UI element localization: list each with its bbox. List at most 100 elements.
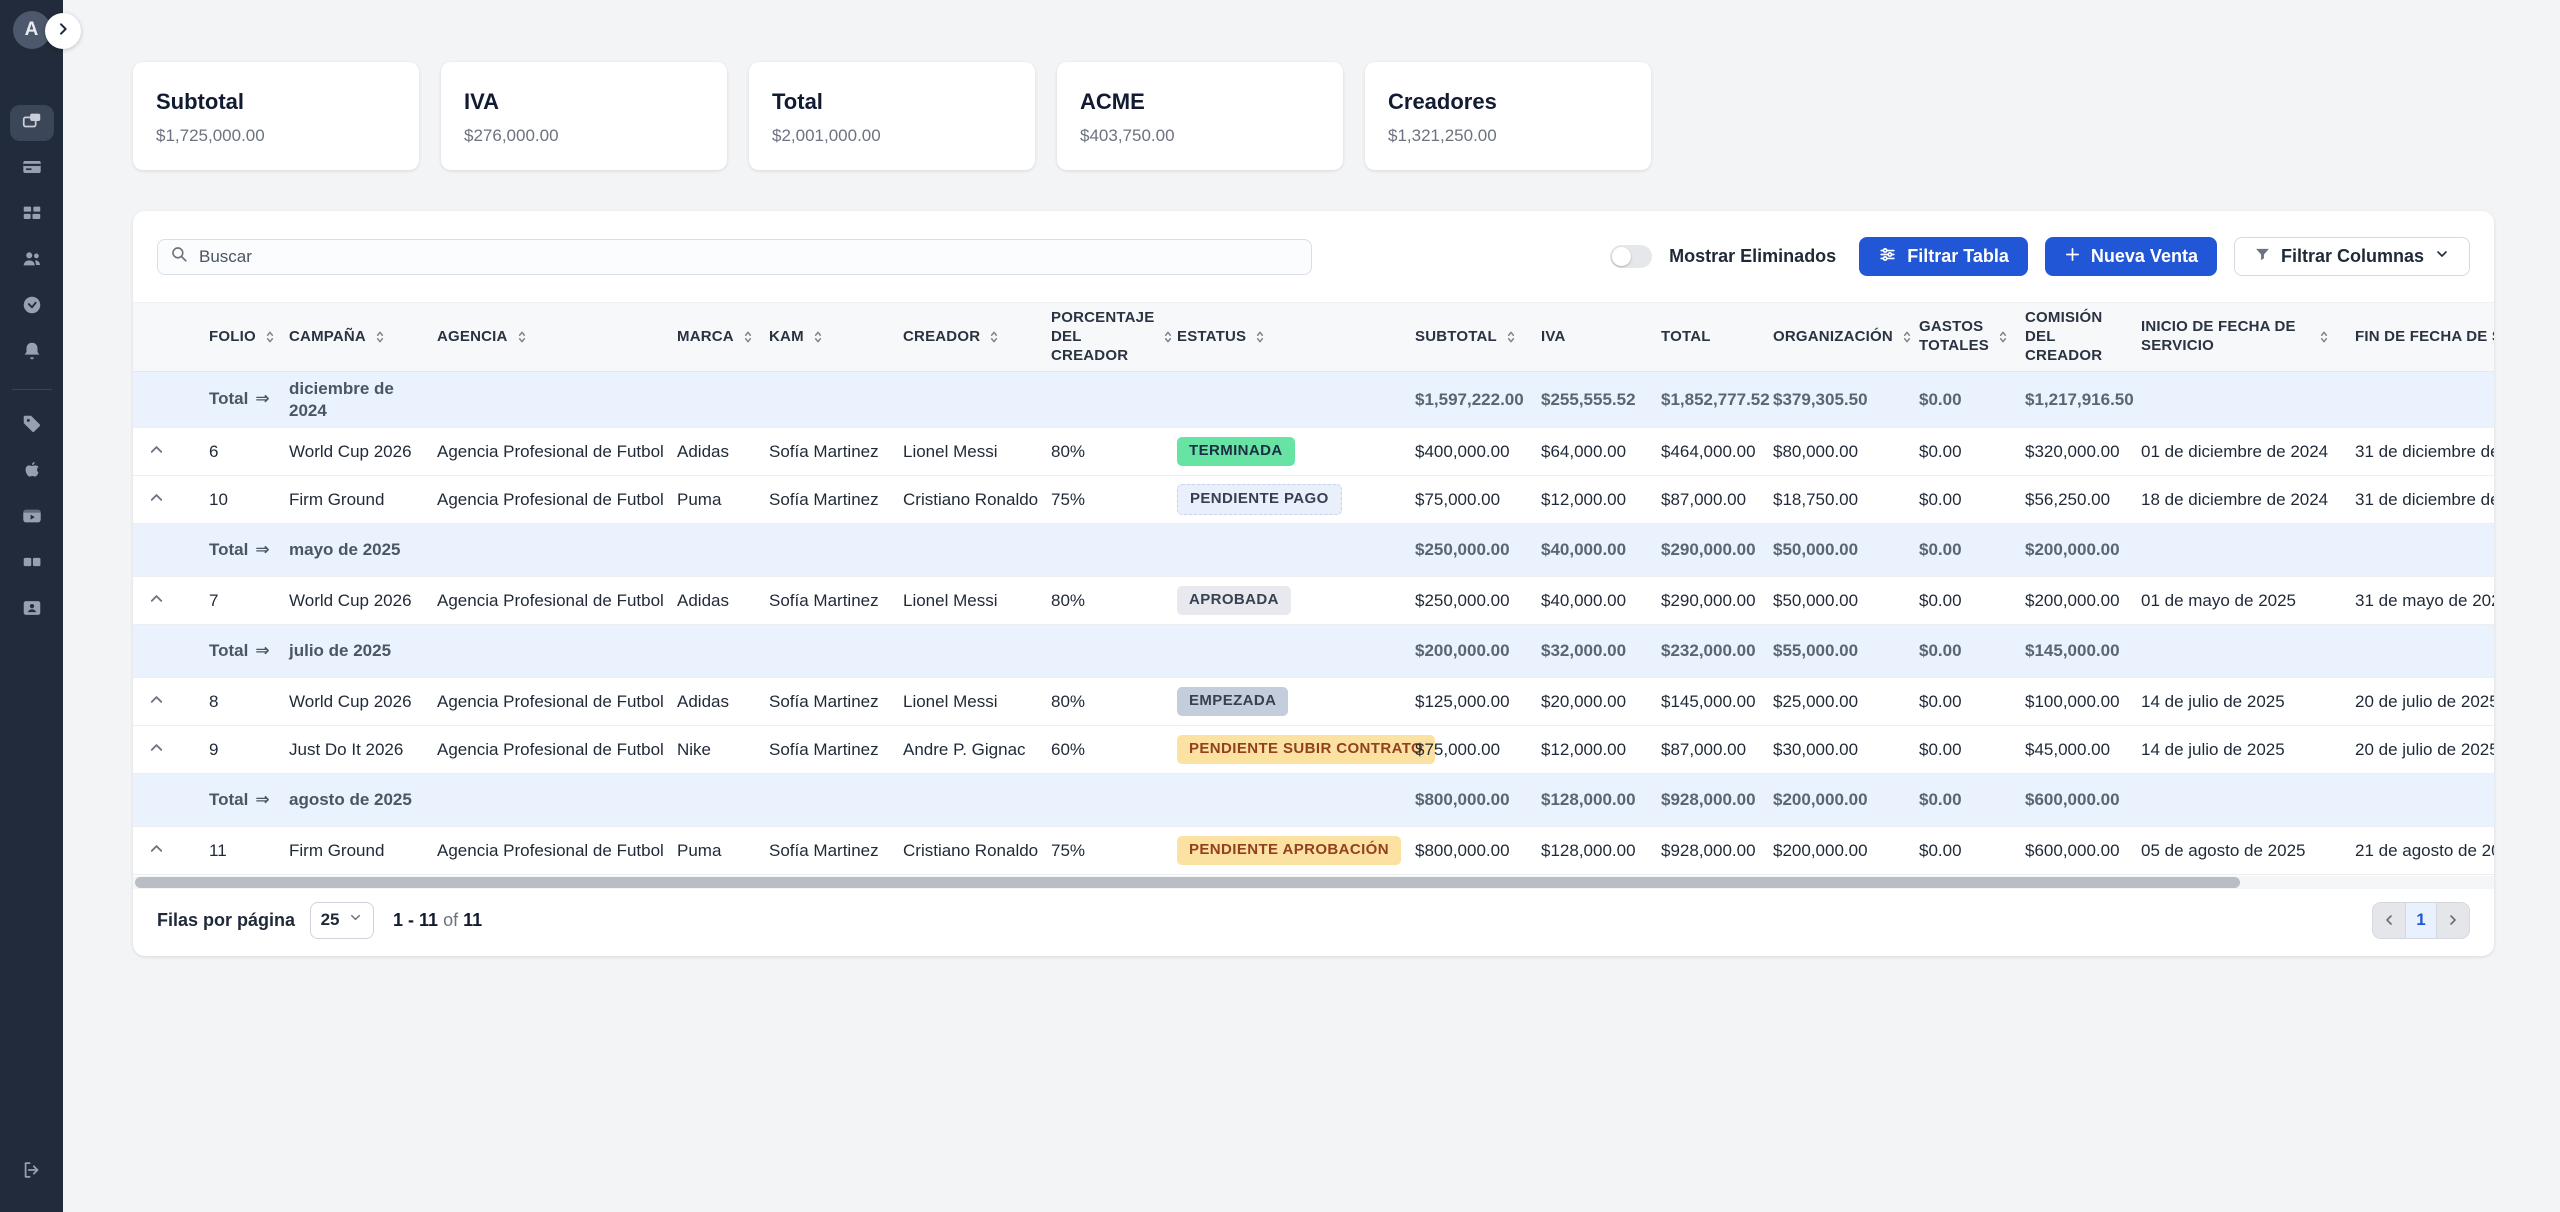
row-expander-button[interactable] — [145, 486, 168, 512]
sort-icon[interactable] — [373, 330, 387, 344]
cell-porcentaje: 75% — [1039, 475, 1165, 523]
filter-table-button[interactable]: Filtrar Tabla — [1859, 237, 2028, 276]
sidebar-item-contacts[interactable] — [10, 592, 54, 628]
sort-icon[interactable] — [1504, 330, 1518, 344]
cell-expander — [133, 475, 197, 523]
cell-iva: $128,000.00 — [1529, 773, 1649, 826]
cell-organizacion: $50,000.00 — [1761, 523, 1907, 576]
cell-inicio: 01 de diciembre de 2024 — [2129, 427, 2343, 475]
sidebar-item-notifications[interactable] — [10, 335, 54, 371]
cell-estatus: PENDIENTE PAGO — [1165, 475, 1403, 523]
column-header-gastos[interactable]: GASTOS TOTALES — [1907, 303, 2013, 372]
current-page[interactable]: 1 — [2405, 903, 2437, 938]
column-header-fin[interactable]: FIN DE FECHA DE SERVICIO — [2343, 303, 2494, 372]
column-header-total[interactable]: TOTAL — [1649, 303, 1761, 372]
sidebar-item-payments[interactable] — [10, 151, 54, 187]
new-sale-button[interactable]: Nueva Venta — [2045, 237, 2217, 276]
cell-subtotal: $400,000.00 — [1403, 427, 1529, 475]
cell-porcentaje: 75% — [1039, 826, 1165, 874]
sidebar-item-logout[interactable] — [10, 1154, 54, 1190]
column-label: ORGANIZACIÓN — [1773, 328, 1893, 347]
sort-icon[interactable] — [987, 330, 1001, 344]
column-header-campana[interactable]: CAMPAÑA — [277, 303, 425, 372]
card-label: IVA — [464, 89, 704, 115]
next-page-button[interactable] — [2437, 903, 2469, 938]
group-month-label: mayo de 2025 — [289, 539, 401, 560]
cell-comision: $145,000.00 — [2013, 624, 2129, 677]
row-expander-button[interactable] — [145, 736, 168, 762]
sidebar-item-users[interactable] — [10, 243, 54, 279]
sort-icon[interactable] — [741, 330, 755, 344]
column-header-estatus[interactable]: ESTATUS — [1165, 303, 1403, 372]
sidebar-item-boards[interactable] — [10, 546, 54, 582]
column-header-folio[interactable]: FOLIO — [197, 303, 277, 372]
column-header-kam[interactable]: KAM — [757, 303, 891, 372]
row-expander-button[interactable] — [145, 837, 168, 863]
cell-kam: Sofía Martinez — [757, 826, 891, 874]
column-header-porcentaje[interactable]: PORCENTAJE DEL CREADOR — [1039, 303, 1165, 372]
column-header-organizacion[interactable]: ORGANIZACIÓN — [1761, 303, 1907, 372]
page-size-select[interactable]: 25 — [310, 902, 374, 939]
column-header-iva[interactable]: IVA — [1529, 303, 1649, 372]
search-icon — [170, 245, 188, 268]
row-expander-button[interactable] — [145, 438, 168, 464]
filter-columns-button[interactable]: Filtrar Columnas — [2234, 237, 2470, 276]
cell-organizacion: $200,000.00 — [1761, 826, 1907, 874]
column-label: FIN DE FECHA DE SERVICIO — [2355, 328, 2494, 347]
sort-icon[interactable] — [1996, 330, 2010, 344]
bell-icon — [21, 340, 43, 367]
horizontal-scrollbar-thumb[interactable] — [135, 877, 2240, 888]
cell-campana: Firm Ground — [277, 826, 425, 874]
sidebar-item-dashboard[interactable] — [10, 197, 54, 233]
cell-iva: $20,000.00 — [1529, 677, 1649, 725]
chevron-right-icon — [55, 21, 71, 42]
show-deleted-label: Mostrar Eliminados — [1669, 246, 1836, 267]
sidebar-item-sales[interactable] — [10, 105, 54, 141]
row-expander-button[interactable] — [145, 688, 168, 714]
column-label: MARCA — [677, 328, 734, 347]
sidebar-item-tags[interactable] — [10, 408, 54, 444]
previous-page-button[interactable] — [2373, 903, 2405, 938]
search-input[interactable] — [197, 246, 1299, 268]
column-header-agencia[interactable]: AGENCIA — [425, 303, 665, 372]
cell-iva: $40,000.00 — [1529, 523, 1649, 576]
sort-icon[interactable] — [811, 330, 825, 344]
chevron-up-icon — [147, 690, 166, 712]
sort-icon[interactable] — [2317, 330, 2331, 344]
sidebar-expand-button[interactable] — [45, 13, 81, 49]
cell-creador: Lionel Messi — [891, 427, 1039, 475]
plus-icon — [2064, 246, 2081, 268]
column-header-creador[interactable]: CREADOR — [891, 303, 1039, 372]
column-label: GASTOS TOTALES — [1919, 318, 1989, 356]
column-label: FOLIO — [209, 328, 256, 347]
sort-icon[interactable] — [263, 330, 277, 344]
sort-icon[interactable] — [515, 330, 529, 344]
sort-icon[interactable] — [1900, 330, 1914, 344]
column-label: COMISIÓN DEL CREADOR — [2025, 309, 2117, 365]
sort-icon[interactable] — [1253, 330, 1267, 344]
cell-estatus — [1165, 372, 1403, 428]
cell-organizacion: $200,000.00 — [1761, 773, 1907, 826]
cell-subtotal: $800,000.00 — [1403, 773, 1529, 826]
column-header-comision[interactable]: COMISIÓN DEL CREADOR — [2013, 303, 2129, 372]
horizontal-scrollbar-track[interactable] — [133, 876, 2494, 889]
row-expander-button[interactable] — [145, 587, 168, 613]
sidebar-item-apple[interactable] — [10, 454, 54, 490]
chevron-up-icon — [147, 488, 166, 510]
sidebar-item-approvals[interactable] — [10, 289, 54, 325]
sidebar-item-video[interactable] — [10, 500, 54, 536]
cell-marca: Puma — [665, 826, 757, 874]
sort-icon[interactable] — [1161, 330, 1175, 344]
cell-marca — [665, 624, 757, 677]
show-deleted-toggle[interactable] — [1610, 245, 1652, 268]
cell-comision: $1,217,916.50 — [2013, 372, 2129, 428]
toggle-knob — [1612, 247, 1631, 266]
column-label: KAM — [769, 328, 804, 347]
column-header-inicio[interactable]: INICIO DE FECHA DE SERVICIO — [2129, 303, 2343, 372]
column-header-subtotal[interactable]: SUBTOTAL — [1403, 303, 1529, 372]
column-header-marca[interactable]: MARCA — [665, 303, 757, 372]
cell-kam: Sofía Martinez — [757, 427, 891, 475]
cell-porcentaje — [1039, 372, 1165, 428]
cell-gastos: $0.00 — [1907, 677, 2013, 725]
cell-kam: Sofía Martinez — [757, 576, 891, 624]
